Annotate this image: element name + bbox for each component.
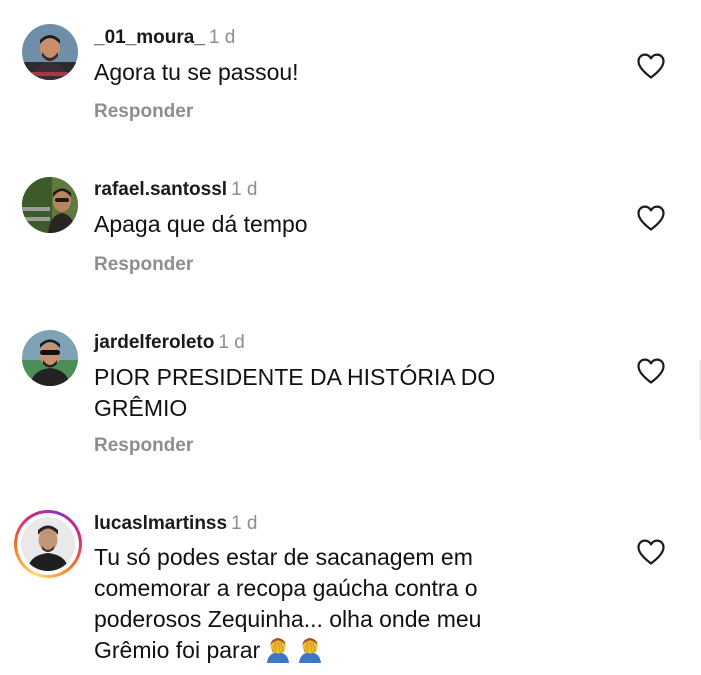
reply-button[interactable]: Responder bbox=[94, 435, 193, 457]
person-facepalm-emoji bbox=[264, 635, 292, 663]
like-button[interactable] bbox=[636, 204, 666, 232]
heart-outline-icon bbox=[637, 53, 665, 79]
avatar[interactable] bbox=[22, 177, 78, 233]
like-button[interactable] bbox=[636, 538, 666, 566]
like-button[interactable] bbox=[636, 357, 666, 385]
heart-outline-icon bbox=[637, 539, 665, 565]
heart-outline-icon bbox=[637, 205, 665, 231]
person-avatar-icon bbox=[22, 330, 78, 386]
comment-text: Agora tu se passou! bbox=[94, 59, 299, 85]
username[interactable]: jardelferoleto bbox=[94, 332, 214, 353]
avatar[interactable] bbox=[21, 517, 75, 571]
comment-header: lucaslmartinss 1 d bbox=[94, 512, 258, 536]
timestamp: 1 d bbox=[218, 332, 245, 353]
person-avatar-icon bbox=[22, 177, 78, 233]
person-avatar-icon bbox=[21, 517, 75, 571]
story-ring[interactable] bbox=[14, 510, 82, 578]
username[interactable]: rafael.santossl bbox=[94, 179, 227, 200]
comment-text: Tu só podes estar de sacanagem em comemo… bbox=[94, 542, 544, 666]
avatar[interactable] bbox=[22, 24, 78, 80]
heart-outline-icon bbox=[637, 358, 665, 384]
person-facepalm-emoji bbox=[296, 635, 324, 663]
username[interactable]: _01_moura_ bbox=[94, 27, 205, 48]
comment-header: jardelferoleto 1 d bbox=[94, 331, 245, 355]
timestamp: 1 d bbox=[231, 179, 258, 200]
username[interactable]: lucaslmartinss bbox=[94, 513, 227, 534]
reply-button[interactable]: Responder bbox=[94, 101, 193, 123]
comment-text: Apaga que dá tempo bbox=[94, 211, 308, 237]
comment-text: PIOR PRESIDENTE DA HISTÓRIA DO GRÊMIO bbox=[94, 364, 496, 421]
comment-header: rafael.santossl 1 d bbox=[94, 178, 258, 202]
reply-button[interactable]: Responder bbox=[94, 254, 193, 276]
person-avatar-icon bbox=[22, 24, 78, 80]
comment-header: _01_moura_ 1 d bbox=[94, 26, 235, 50]
timestamp: 1 d bbox=[208, 27, 236, 48]
avatar[interactable] bbox=[22, 330, 78, 386]
timestamp: 1 d bbox=[231, 513, 258, 534]
like-button[interactable] bbox=[636, 52, 666, 80]
